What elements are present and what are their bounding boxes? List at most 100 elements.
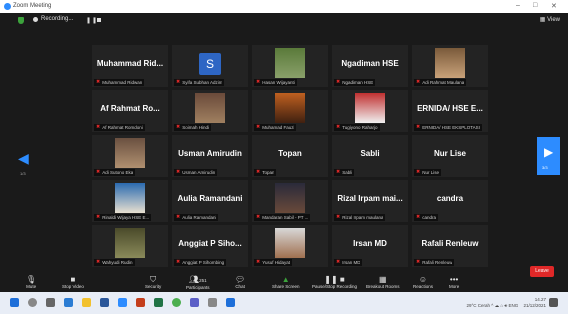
notification-icon[interactable]	[549, 298, 558, 307]
participant-name: Sabli	[360, 149, 380, 158]
participant-caption: ✖ Nur Lise	[414, 169, 441, 176]
reactions-button[interactable]: ☺ Reactions	[413, 275, 433, 292]
more-button[interactable]: ••• More	[449, 275, 459, 292]
view-button[interactable]: ▦ View	[540, 16, 560, 23]
maximize-icon[interactable]: □	[533, 2, 537, 9]
muted-microphone-icon: ✖	[336, 259, 341, 265]
caption-name: Soimah Hindi	[182, 125, 209, 130]
participant-tile[interactable]: Rafali Renleuw ✖ Rafali Renleuw	[412, 225, 488, 267]
edge-icon[interactable]	[64, 298, 73, 307]
participant-tile[interactable]: Nur Lise ✖ Nur Lise	[412, 135, 488, 177]
pause-recording-button[interactable]: ❚❚ ■ Pause/Stop Recording	[312, 275, 357, 292]
participant-tile[interactable]: ✖ Tugiyono Raharjo	[332, 90, 408, 132]
participant-tile[interactable]: ✖ Hasan Wijayanti	[252, 45, 328, 87]
participant-tile[interactable]: ✖ Rinaldi Wijaya HSE E...	[92, 180, 168, 222]
caption-name: Nur Lise	[422, 170, 439, 175]
participants-button[interactable]: 👥︎251 Participants	[186, 275, 210, 292]
caption-name: Rizal Irpam maulana	[342, 215, 384, 220]
powerpoint-icon[interactable]	[136, 298, 145, 307]
muted-microphone-icon: ✖	[336, 124, 341, 130]
participant-tile[interactable]: ✖ Yusuf Hidayat	[252, 225, 328, 267]
participant-name: Usman Amirudin	[178, 149, 242, 158]
participant-tile[interactable]: Topan ✖ Topan	[252, 135, 328, 177]
participant-caption: ✖ Ngadiman HSE	[334, 79, 376, 86]
file-explorer-icon[interactable]	[82, 298, 91, 307]
participant-tile[interactable]: S ✖ Syifa Subhan Adzim	[172, 45, 248, 87]
caption-name: Muhammad Ridwan	[102, 80, 143, 85]
participant-tile[interactable]: Anggiat P Siho... ✖ Anggiat P Sihombing	[172, 225, 248, 267]
muted-microphone-icon: ✖	[96, 79, 101, 85]
participant-caption: ✖ ERNIDA/ HSE EKSPLOTASI	[414, 124, 482, 131]
caption-name: Sabli	[342, 170, 353, 175]
caption-name: Topan	[262, 170, 275, 175]
caption-name: Adi Rahmat Maulana	[422, 80, 465, 85]
share-screen-button[interactable]: ▲ Share Screen	[272, 275, 300, 292]
caption-name: Muhamad Fauzi	[262, 125, 295, 130]
video-camera-icon: ■	[70, 275, 76, 284]
minimize-icon[interactable]: –	[516, 2, 520, 9]
participant-name: Aulia Ramandani	[177, 194, 243, 203]
participant-tile[interactable]: ✖ Adi Rahmat Maulana	[412, 45, 488, 87]
close-icon[interactable]: ✕	[551, 2, 557, 10]
participant-caption: ✖ Adi Rahmat Maulana	[414, 79, 467, 86]
participant-tile[interactable]: Rizal Irpam mai... ✖ Rizal Irpam maulana	[332, 180, 408, 222]
muted-microphone-icon: ✖	[96, 259, 101, 265]
breakout-rooms-button[interactable]: ▦ Breakout Rooms	[366, 275, 400, 292]
zoom-taskbar-icon[interactable]	[118, 298, 127, 307]
muted-microphone-icon: ✖	[336, 79, 341, 85]
teams-icon[interactable]	[190, 298, 199, 307]
next-page-button[interactable]: ▶ 3/3	[537, 137, 560, 175]
participant-caption: ✖ Wahyudi Rudin	[94, 259, 135, 266]
window-title: Zoom Meeting	[13, 3, 52, 9]
app-icon[interactable]	[208, 298, 217, 307]
caption-name: Mandaran Sabil - PT ...	[262, 215, 309, 220]
participant-tile[interactable]: ✖ Adi Sutono Eka	[92, 135, 168, 177]
chrome-icon[interactable]	[172, 298, 181, 307]
participant-tile[interactable]: ✖ Mandaran Sabil - PT ...	[252, 180, 328, 222]
caption-name: ERNIDA/ HSE EKSPLOTASI	[422, 125, 480, 130]
windows-start-icon[interactable]	[10, 298, 19, 307]
muted-microphone-icon: ✖	[176, 259, 181, 265]
stop-recording-icon[interactable]	[97, 18, 101, 22]
search-icon[interactable]	[28, 298, 37, 307]
muted-microphone-icon: ✖	[176, 79, 181, 85]
participant-caption: ✖ Topan	[254, 169, 277, 176]
participant-tile[interactable]: candra ✖ candra	[412, 180, 488, 222]
participant-name: Rizal Irpam mai...	[337, 194, 403, 203]
stop-video-button[interactable]: ■ Stop Video	[62, 275, 84, 292]
participant-tile[interactable]: Aulia Ramandani ✖ Aulia Ramandani	[172, 180, 248, 222]
participant-tile[interactable]: ✖ Soimah Hindi	[172, 90, 248, 132]
previous-page-icon[interactable]: ◀	[18, 150, 29, 167]
participant-tile[interactable]: ✖ Muhamad Fauzi	[252, 90, 328, 132]
task-view-icon[interactable]	[46, 298, 55, 307]
chat-button[interactable]: 💬︎ Chat	[235, 275, 245, 292]
security-button[interactable]: ⛉ Security	[145, 275, 161, 292]
participant-caption: ✖ Muhammad Ridwan	[94, 79, 145, 86]
participant-caption: ✖ Rizal Irpam maulana	[334, 214, 386, 221]
participant-caption: ✖ Mandaran Sabil - PT ...	[254, 214, 311, 221]
reactions-icon: ☺	[418, 275, 428, 284]
word-icon[interactable]	[100, 298, 109, 307]
participant-tile[interactable]: ✖ Wahyudi Rudin	[92, 225, 168, 267]
participant-tile[interactable]: Af Rahmat Ro... ✖ Af Rahmat Romdoni	[92, 90, 168, 132]
participant-tile[interactable]: Ngadiman HSE ✖ Ngadiman HSE	[332, 45, 408, 87]
participant-video	[435, 48, 465, 78]
caption-name: Rafali Renleuw	[422, 260, 453, 265]
excel-icon[interactable]	[154, 298, 163, 307]
shield-icon[interactable]	[18, 17, 24, 24]
participant-tile[interactable]: Sabli ✖ Sabli	[332, 135, 408, 177]
participant-tile[interactable]: ERNIDA/ HSE E... ✖ ERNIDA/ HSE EKSPLOTASI	[412, 90, 488, 132]
mute-button[interactable]: 🎙︎ Mute	[26, 275, 36, 292]
shield-icon: ⛉	[150, 275, 157, 284]
muted-microphone-icon: ✖	[176, 124, 181, 130]
app-icon[interactable]	[226, 298, 235, 307]
participant-tile[interactable]: Irsan MD ✖ Irsan MD	[332, 225, 408, 267]
caption-name: Syifa Subhan Adzim	[182, 80, 223, 85]
leave-button[interactable]: Leave	[530, 266, 554, 277]
participant-tile[interactable]: Usman Amirudin ✖ Usman Amirudin	[172, 135, 248, 177]
participant-tile[interactable]: Muhammad Rid... ✖ Muhammad Ridwan	[92, 45, 168, 87]
weather-text: 29°C Cerah	[466, 303, 491, 308]
muted-microphone-icon: ✖	[256, 124, 261, 130]
muted-microphone-icon: ✖	[96, 124, 101, 130]
participant-caption: ✖ Rafali Renleuw	[414, 259, 455, 266]
